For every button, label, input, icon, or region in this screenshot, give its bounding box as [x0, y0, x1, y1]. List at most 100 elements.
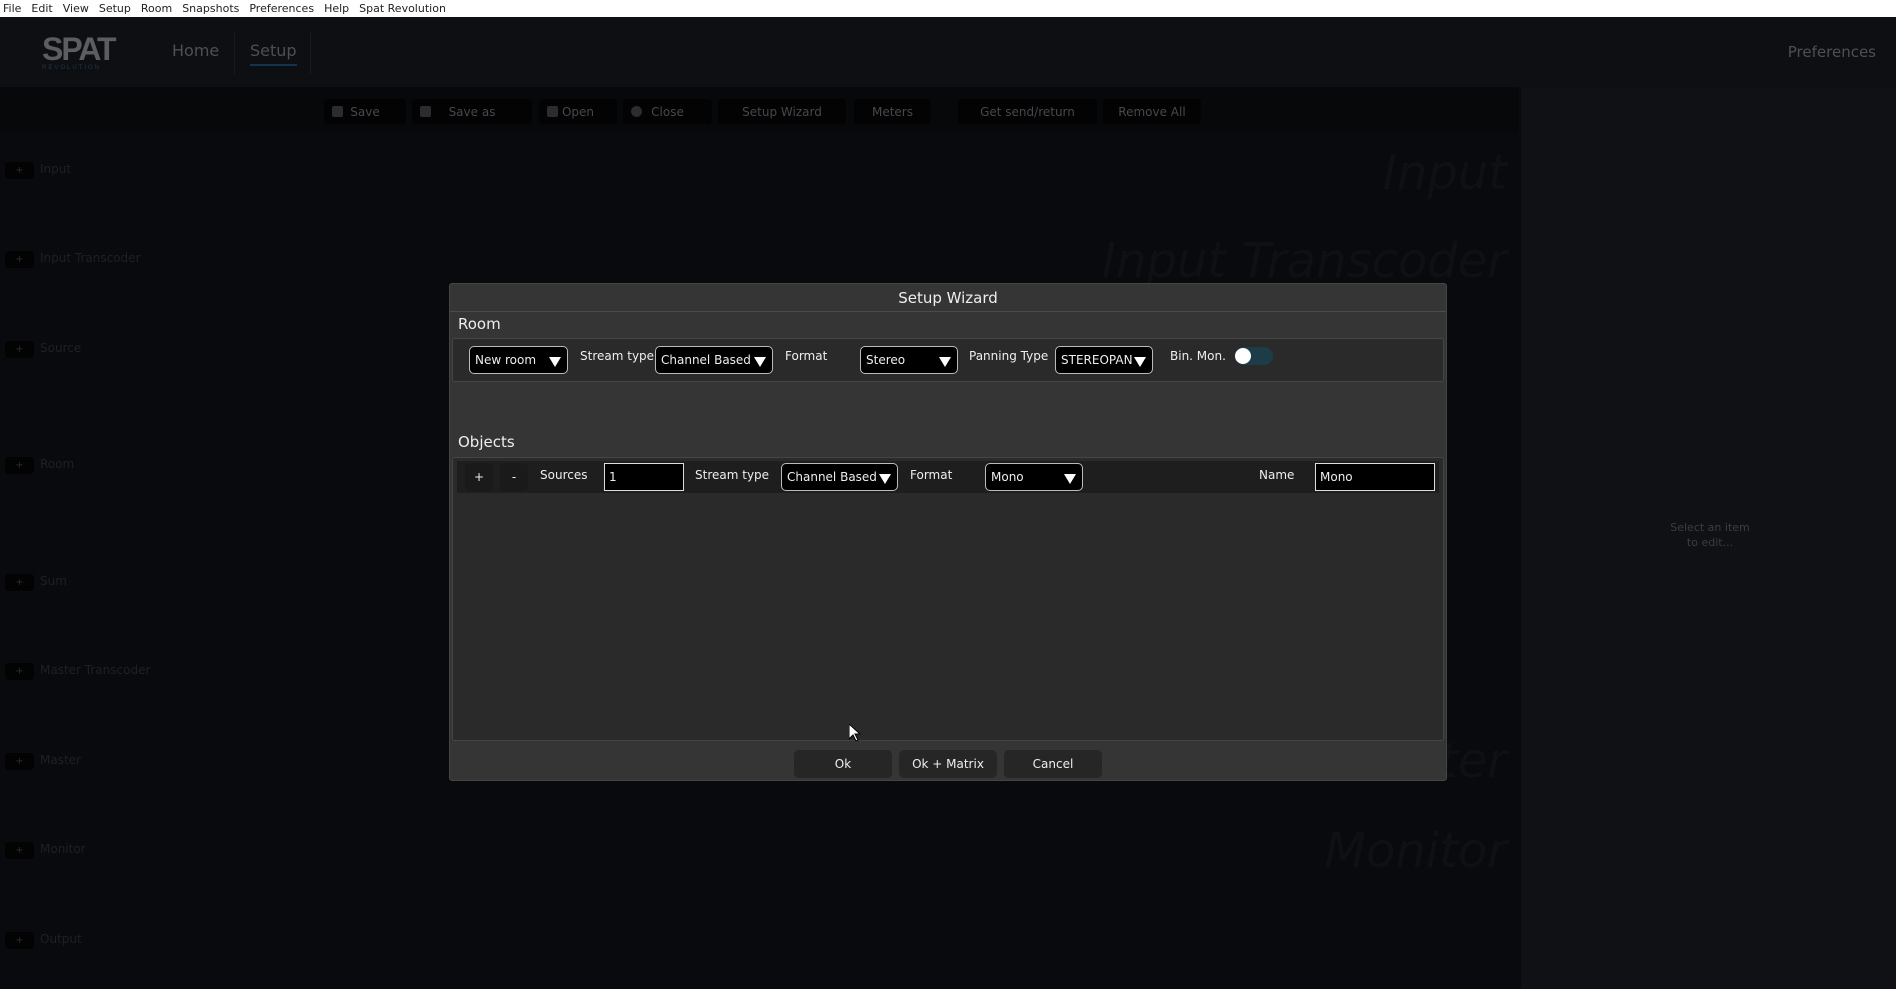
- add-input-button[interactable]: +: [5, 162, 34, 179]
- cancel-button[interactable]: Cancel: [1004, 750, 1102, 778]
- dropdown-arrow-icon: [549, 357, 561, 367]
- close-circle-icon: [631, 106, 642, 117]
- menu-help[interactable]: Help: [323, 2, 350, 15]
- menu-view[interactable]: View: [62, 2, 90, 15]
- add-master-button[interactable]: +: [5, 753, 34, 770]
- divider: [310, 32, 311, 74]
- empty-inspector-message: Select an item to edit...: [1650, 520, 1770, 550]
- save-as-label: Save as: [448, 104, 496, 119]
- menu-room[interactable]: Room: [140, 2, 173, 15]
- sources-label: Sources: [540, 468, 588, 482]
- add-sum-button[interactable]: +: [5, 574, 34, 591]
- floppy-icon: [332, 106, 343, 117]
- name-label: Name: [1259, 468, 1295, 482]
- setup-wizard-button[interactable]: Setup Wizard: [718, 99, 846, 124]
- setup-wizard-dialog: Setup Wizard Room New room Stream type C…: [449, 283, 1447, 781]
- tab-home[interactable]: Home: [172, 41, 219, 60]
- format-label: Format: [910, 468, 953, 482]
- stream-type-label: Stream type: [580, 349, 655, 363]
- objects-stream-type-select[interactable]: Channel Based: [781, 463, 898, 491]
- bin-mon-label: Bin. Mon.: [1170, 349, 1226, 363]
- objects-panel: + - Sources 1 Stream type Channel Based …: [452, 457, 1444, 741]
- menu-setup[interactable]: Setup: [98, 2, 132, 15]
- floppy-icon: [420, 106, 431, 117]
- add-master-transcoder-button[interactable]: +: [5, 663, 34, 680]
- message-line: to edit...: [1686, 536, 1734, 549]
- menu-snapshots[interactable]: Snapshots: [181, 2, 240, 15]
- dropdown-arrow-icon: [879, 474, 891, 484]
- bin-mon-toggle[interactable]: [1235, 347, 1273, 365]
- save-as-button[interactable]: Save as: [412, 99, 532, 124]
- section-label: Source: [40, 341, 82, 355]
- dropdown-arrow-icon: [754, 357, 766, 367]
- dialog-title: Setup Wizard: [450, 284, 1446, 312]
- room-heading: Room: [458, 315, 501, 333]
- watermark-monitor: Monitor: [1324, 823, 1507, 879]
- message-line: Select an item: [1670, 521, 1750, 534]
- toggle-knob: [1235, 348, 1251, 364]
- logo: SPAT REVOLUTION: [42, 31, 117, 71]
- section-label: Master: [40, 753, 81, 767]
- dropdown-arrow-icon: [1134, 357, 1146, 367]
- object-row: + - Sources 1 Stream type Channel Based …: [457, 461, 1439, 493]
- watermark-input-transcoder: Input Transcoder: [1101, 233, 1507, 289]
- section-label: Sum: [40, 574, 67, 588]
- ok-button[interactable]: Ok: [794, 750, 892, 778]
- section-label: Output: [40, 932, 82, 946]
- section-label: Monitor: [40, 842, 86, 856]
- select-value: Channel Based: [661, 353, 751, 367]
- format-label: Format: [785, 349, 828, 363]
- room-select[interactable]: New room: [469, 346, 568, 374]
- select-value: Channel Based: [787, 470, 877, 484]
- section-label: Room: [40, 457, 75, 471]
- save-button[interactable]: Save: [324, 99, 406, 124]
- add-object-button[interactable]: +: [465, 463, 493, 491]
- room-format-select[interactable]: Stereo: [860, 346, 958, 374]
- add-room-button[interactable]: +: [5, 457, 34, 474]
- section-label: Input: [40, 162, 72, 176]
- close-label: Close: [651, 104, 684, 119]
- mouse-cursor-icon: [849, 724, 861, 742]
- ok-matrix-button[interactable]: Ok + Matrix: [899, 750, 997, 778]
- open-label: Open: [561, 104, 595, 119]
- save-label: Save: [350, 104, 380, 119]
- open-button[interactable]: Open: [539, 99, 617, 124]
- select-value: Stereo: [866, 353, 906, 367]
- select-value: Mono: [991, 470, 1024, 484]
- sources-input[interactable]: 1: [604, 463, 684, 491]
- close-button[interactable]: Close: [623, 99, 712, 124]
- watermark-input: Input: [1382, 145, 1507, 201]
- add-input-transcoder-button[interactable]: +: [5, 251, 34, 268]
- dropdown-arrow-icon: [939, 357, 951, 367]
- remove-all-button[interactable]: Remove All: [1103, 99, 1201, 124]
- room-settings: New room Stream type Channel Based Forma…: [452, 338, 1444, 382]
- room-stream-type-select[interactable]: Channel Based: [655, 346, 773, 374]
- get-send-return-button[interactable]: Get send/return: [958, 99, 1097, 124]
- tab-setup[interactable]: Setup: [250, 41, 297, 66]
- objects-format-select[interactable]: Mono: [985, 463, 1083, 491]
- preferences-link[interactable]: Preferences: [1788, 43, 1876, 61]
- menu-file[interactable]: File: [2, 2, 22, 15]
- add-monitor-button[interactable]: +: [5, 842, 34, 859]
- add-source-button[interactable]: +: [5, 341, 34, 358]
- panning-type-select[interactable]: STEREOPAN: [1055, 346, 1153, 374]
- folder-icon: [547, 106, 558, 117]
- dropdown-arrow-icon: [1064, 474, 1076, 484]
- menu-spat-revolution[interactable]: Spat Revolution: [358, 2, 447, 15]
- add-output-button[interactable]: +: [5, 932, 34, 949]
- remove-object-button[interactable]: -: [500, 463, 528, 491]
- app-header: SPAT REVOLUTION Home Setup Preferences: [0, 17, 1896, 87]
- objects-heading: Objects: [458, 433, 515, 451]
- select-value: STEREOPAN: [1061, 353, 1133, 367]
- section-label: Input Transcoder: [40, 251, 141, 265]
- room-select-value: New room: [475, 353, 537, 367]
- toolbar: Save Save as Open Close Setup Wizard Met…: [0, 87, 1519, 133]
- stream-type-label: Stream type: [695, 468, 770, 482]
- meters-button[interactable]: Meters: [854, 99, 931, 124]
- panning-type-label: Panning Type: [969, 349, 1049, 363]
- menu-edit[interactable]: Edit: [30, 2, 53, 15]
- divider: [234, 32, 235, 74]
- name-input[interactable]: Mono: [1315, 463, 1435, 491]
- menu-preferences[interactable]: Preferences: [248, 2, 315, 15]
- section-label: Master Transcoder: [40, 663, 151, 677]
